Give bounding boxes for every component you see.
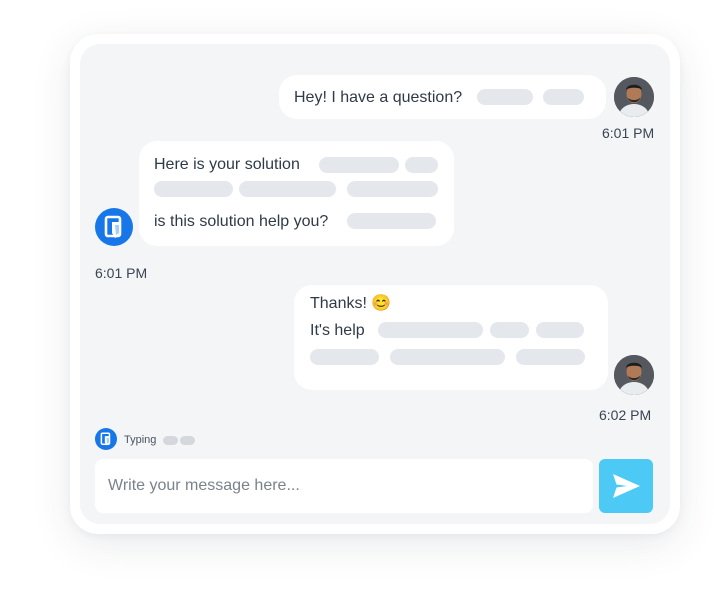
placeholder-line — [310, 349, 379, 365]
bot-logo-icon — [95, 428, 117, 450]
message-time: 6:02 PM — [599, 407, 652, 423]
placeholder-line — [536, 322, 584, 338]
placeholder-line — [378, 322, 483, 338]
placeholder-line — [477, 89, 533, 105]
placeholder-line — [239, 181, 336, 197]
user-avatar — [614, 77, 654, 117]
placeholder-line — [516, 349, 585, 365]
placeholder-line — [347, 213, 436, 229]
message-input[interactable] — [95, 459, 593, 513]
message-time: 6:01 PM — [602, 125, 655, 141]
placeholder-line — [390, 349, 505, 365]
typing-dot — [163, 436, 178, 445]
message-text: is this solution help you? — [154, 213, 329, 230]
typing-label: Typing — [124, 434, 157, 446]
message-text: Thanks! 😊 — [310, 295, 392, 312]
placeholder-line — [490, 322, 529, 338]
message-text: Hey! I have a question? — [294, 89, 463, 106]
placeholder-line — [319, 157, 399, 173]
bot-logo-icon — [95, 208, 133, 246]
message-text: It's help — [310, 322, 365, 339]
placeholder-line — [405, 157, 438, 173]
message-time: 6:01 PM — [95, 265, 148, 281]
send-icon — [613, 474, 640, 498]
message-text: Here is your solution — [154, 156, 300, 173]
typing-dot — [180, 436, 195, 445]
placeholder-line — [543, 89, 584, 105]
placeholder-line — [347, 181, 438, 197]
user-avatar — [614, 355, 654, 395]
placeholder-line — [154, 181, 233, 197]
send-button[interactable] — [599, 459, 653, 513]
